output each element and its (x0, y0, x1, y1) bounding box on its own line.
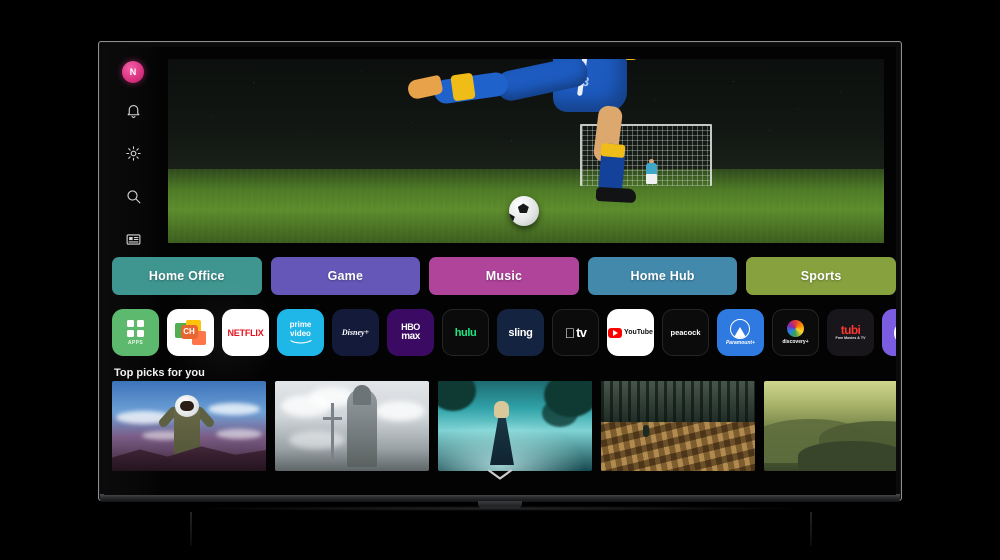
tv-reflection-left (190, 512, 192, 546)
category-row: Home Office Game Music Home Hub Sports (112, 257, 896, 295)
pick-knight[interactable] (275, 381, 429, 471)
apple-tv-label: tv (570, 325, 587, 340)
youtube-play-icon (608, 327, 623, 338)
netflix-app[interactable]: NETFLIX (222, 309, 269, 356)
apple-tv-app[interactable]:  tv (552, 309, 599, 356)
hulu-wordmark: hulu (454, 326, 477, 339)
apps-label: APPS (127, 339, 144, 346)
channels-icon: CH (174, 319, 207, 346)
prime-video-wordmark: prime video (290, 321, 312, 344)
sidebar-item-notifications[interactable] (120, 100, 146, 126)
hbo-max-wordmark: HBO max (401, 322, 420, 342)
pick-woman-teal[interactable] (438, 381, 592, 471)
discovery-plus-wordmark: discovery+ (782, 339, 809, 345)
netflix-wordmark: NETFLIX (227, 327, 264, 338)
soccer-player: 3 (368, 59, 668, 204)
top-picks-title: Top picks for you (114, 367, 205, 379)
sidebar-item-settings[interactable] (120, 143, 146, 169)
peacock-app[interactable]: peacock (662, 309, 709, 356)
pick-maze[interactable] (601, 381, 755, 471)
prime-video-app[interactable]: prime video (277, 309, 324, 356)
tubi-sublabel: Free Movies & TV (835, 336, 866, 341)
profile-avatar[interactable]: N (122, 61, 144, 83)
category-home-office[interactable]: Home Office (112, 257, 262, 295)
youtube-app[interactable]: YouTube (607, 309, 654, 356)
film-reel-icon (893, 320, 896, 345)
paramount-mountain-icon (730, 319, 751, 339)
peacock-wordmark: peacock (670, 328, 701, 337)
tubi-wordmark: tubi (840, 323, 861, 338)
hero-banner[interactable]: 3 (168, 59, 884, 243)
tv-reflection-right (810, 512, 812, 546)
input-source-icon (125, 231, 142, 253)
channels-app[interactable]: CH (167, 309, 214, 356)
paramount-plus-wordmark: Paramount+ (725, 340, 756, 346)
sidebar-item-search[interactable] (120, 186, 146, 212)
paramount-plus-app[interactable]: Paramount+ (717, 309, 764, 356)
pick-hills[interactable] (764, 381, 896, 471)
pick-astronaut[interactable] (112, 381, 266, 471)
bell-icon (125, 102, 142, 124)
gear-icon (125, 145, 142, 167)
category-home-hub[interactable]: Home Hub (587, 257, 738, 295)
apps-tile[interactable]: APPS (112, 309, 159, 356)
tubi-app[interactable]: tubi Free Movies & TV (827, 309, 874, 356)
category-sports[interactable]: Sports (746, 257, 896, 295)
app-row: APPS CH NETFLIX prime video Disney+ HBO … (112, 309, 896, 356)
disney-plus-wordmark: Disney+ (341, 328, 370, 337)
apple-icon:  (565, 326, 576, 340)
discovery-plus-app[interactable]: discovery+ (772, 309, 819, 356)
tv-screen: N 3 Home Office Game Music Home Hub Spor… (104, 47, 896, 495)
disney-plus-app[interactable]: Disney+ (332, 309, 379, 356)
discovery-globe-icon (787, 320, 804, 337)
hbo-max-app[interactable]: HBO max (387, 309, 434, 356)
expand-row-button[interactable] (104, 468, 896, 486)
youtube-wordmark: YouTube (624, 329, 653, 336)
tv-stand-foot (190, 506, 810, 511)
grid-icon (127, 319, 144, 337)
chevron-down-icon (487, 468, 513, 486)
movies-app[interactable] (882, 309, 896, 356)
sidebar-item-inputs[interactable] (120, 229, 146, 255)
category-game[interactable]: Game (270, 257, 421, 295)
category-music[interactable]: Music (429, 257, 579, 295)
tv-device: N 3 Home Office Game Music Home Hub Spor… (0, 0, 1000, 560)
top-picks-row (112, 381, 896, 471)
search-icon (125, 188, 142, 210)
sling-app[interactable]: sling (497, 309, 544, 356)
hulu-app[interactable]: hulu (442, 309, 489, 356)
sling-wordmark: sling (508, 326, 533, 339)
